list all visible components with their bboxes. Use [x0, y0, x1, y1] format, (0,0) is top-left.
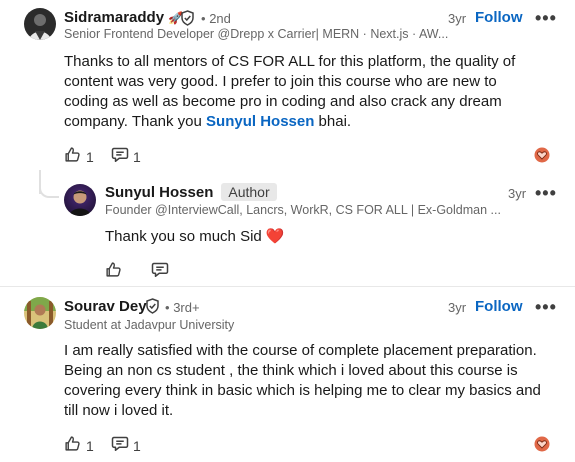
follow-button[interactable]: Follow — [475, 298, 523, 315]
avatar-sourav-dey[interactable] — [24, 297, 56, 329]
like-count: 1 — [86, 149, 94, 165]
more-options-icon[interactable]: ••• — [535, 298, 557, 316]
comment-icon — [111, 146, 129, 168]
comment-text: I am really satisfied with the course of… — [64, 342, 541, 419]
follow-button[interactable]: Follow — [475, 9, 523, 26]
reply-button[interactable]: 1 — [111, 146, 141, 168]
author-badge: Author — [221, 183, 277, 201]
more-options-icon[interactable]: ••• — [535, 184, 557, 202]
author-headline: Senior Frontend Developer @Drepp x Carri… — [64, 27, 449, 41]
separator-dot: • — [201, 11, 206, 26]
author-headline: Student at Jadavpur University — [64, 318, 235, 332]
more-options-icon[interactable]: ••• — [535, 9, 557, 27]
avatar-sidramaraddy[interactable] — [24, 8, 56, 40]
mention-link[interactable]: Sunyul Hossen — [206, 113, 314, 130]
reply-author-name[interactable]: Sunyul Hossen — [105, 184, 213, 201]
comment-icon — [111, 435, 129, 457]
thumbs-up-icon[interactable] — [105, 261, 122, 283]
verified-shield-icon — [145, 298, 160, 319]
reply-text: Thank you so much Sid ❤️ — [105, 228, 285, 245]
connection-degree: 2nd — [209, 11, 231, 26]
comment-time: 3yr — [448, 11, 467, 26]
like-button[interactable]: 1 — [64, 146, 94, 168]
comment-text: Thanks to all mentors of CS FOR ALL for … — [64, 52, 544, 132]
separator-dot: • — [165, 300, 170, 315]
like-count: 1 — [86, 438, 94, 454]
reply-author-headline: Founder @InterviewCall, Lancrs, WorkR, C… — [105, 203, 500, 217]
comment-icon[interactable] — [151, 261, 169, 283]
author-name[interactable]: Sidramaraddy — [64, 9, 164, 26]
comment-time: 3yr — [448, 300, 467, 315]
love-reaction-icon[interactable] — [534, 147, 550, 168]
like-button[interactable]: 1 — [64, 435, 94, 457]
reply-button[interactable]: 1 — [111, 435, 141, 457]
comment-body-end: bhai. — [314, 113, 352, 130]
love-reaction-icon[interactable] — [534, 436, 550, 457]
comment-divider — [0, 286, 575, 287]
thumbs-up-icon — [64, 435, 81, 457]
author-name[interactable]: Sourav Dey — [64, 298, 147, 315]
connection-degree: 3rd+ — [173, 300, 200, 315]
reply-count: 1 — [133, 149, 141, 165]
avatar-sunyul-hossen[interactable] — [64, 184, 96, 216]
thread-curve — [39, 180, 59, 198]
reply-time: 3yr — [508, 186, 527, 201]
reply-count: 1 — [133, 438, 141, 454]
thumbs-up-icon — [64, 146, 81, 168]
